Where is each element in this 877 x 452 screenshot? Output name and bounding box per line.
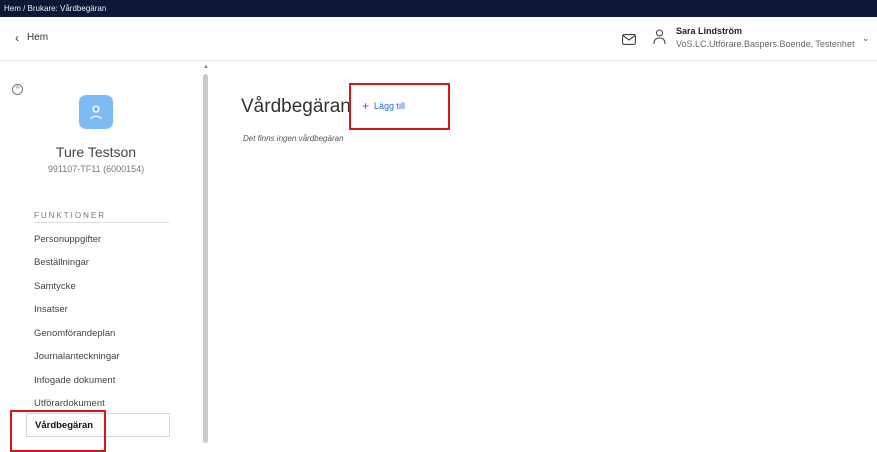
sidebar-item-vardbegaran[interactable]: Vårdbegäran [26,413,170,437]
scroll-up-arrow[interactable]: ▲ [203,64,209,70]
sidebar-item-insatser[interactable]: Insatser [34,304,68,315]
sidebar-item-infogade-dokument[interactable]: Infogade dokument [34,375,115,386]
back-button[interactable]: ‹ Hem [15,30,49,45]
chevron-left-icon: ‹ [15,30,19,45]
user-role: VoS.LC.Utförare.Baspers.Boende, Testenhe… [676,39,855,49]
sidebar-item-utforardokument[interactable]: Utförardokument [34,398,105,409]
chevron-down-icon[interactable]: ⌄ [862,33,870,44]
chevron-up-icon[interactable]: ^ [12,84,23,95]
sidebar: ^ ▲ Ture Testson 991107-TF11 (6000154) F… [0,62,210,452]
sidebar-item-genomforandeplan[interactable]: Genomförandeplan [34,328,115,339]
breadcrumb: Hem / Brukare: Vårdbegäran [0,0,877,17]
scrollbar-thumb[interactable] [203,74,208,443]
mail-icon[interactable] [622,34,636,45]
divider [34,222,169,223]
plus-icon: + [362,98,370,113]
sidebar-item-bestallningar[interactable]: Beställningar [34,257,89,268]
sidebar-item-label: Vårdbegäran [35,420,94,431]
add-button[interactable]: + Lägg till [362,98,406,113]
user-name[interactable]: Sara Lindström [676,26,742,36]
person-avatar-icon [79,95,113,129]
empty-message: Det finns ingen vårdbegäran [243,134,344,143]
sidebar-item-personuppgifter[interactable]: Personuppgifter [34,234,101,245]
sidebar-item-samtycke[interactable]: Samtycke [34,281,76,292]
back-label: Hem [27,32,49,43]
add-label: Lägg till [374,101,406,111]
user-icon[interactable] [653,29,666,45]
person-id: 991107-TF11 (6000154) [47,164,145,174]
sidebar-item-journalanteckningar[interactable]: Journalanteckningar [34,351,120,362]
person-name: Ture Testson [55,144,137,160]
functions-heading: FUNKTIONER [34,211,106,220]
page-title: Vårdbegäran [241,96,351,117]
app-header: ‹ Hem Sara Lindström VoS.LC.Utförare.Bas… [0,17,877,61]
